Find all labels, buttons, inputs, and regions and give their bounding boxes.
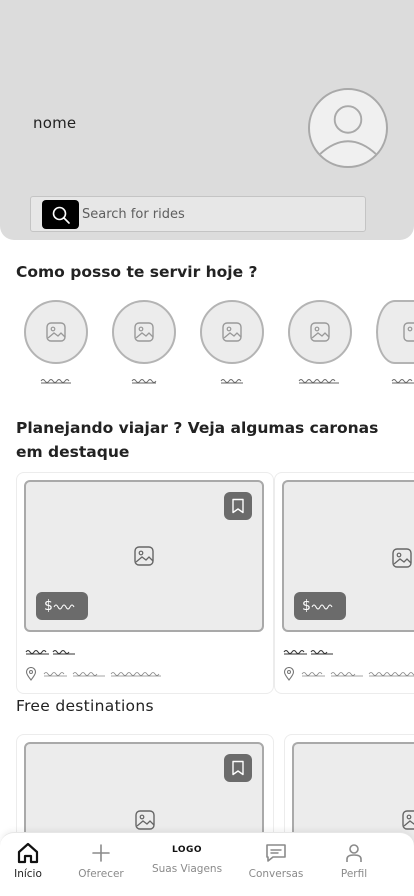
category-label-scribble (40, 379, 71, 384)
nav-offer-label: Oferecer (78, 868, 124, 880)
image-icon (310, 322, 330, 342)
category-item[interactable] (288, 300, 352, 364)
ride-image: $ (24, 480, 264, 632)
nav-home-label: Início (14, 868, 42, 880)
ride-card[interactable]: $ (274, 472, 414, 694)
category-label-scribble (220, 379, 243, 384)
image-icon (403, 322, 414, 342)
price-badge: $ (36, 592, 88, 620)
ride-card[interactable]: $ (16, 472, 274, 694)
location-scribble (43, 672, 161, 677)
category-item[interactable] (376, 300, 414, 364)
logo: LOGO (171, 845, 203, 855)
nav-chats-label: Conversas (248, 868, 304, 880)
avatar[interactable] (308, 88, 388, 168)
ride-location (25, 667, 163, 681)
image-icon (46, 322, 66, 342)
ride-image: $ (282, 480, 414, 632)
ride-title-scribble (283, 649, 333, 655)
location-scribble (301, 672, 414, 677)
location-pin-icon (283, 667, 295, 681)
image-icon (135, 810, 155, 830)
nav-offer[interactable]: Oferecer (66, 841, 136, 880)
bookmark-icon (232, 498, 244, 514)
nav-trips[interactable]: LOGO Suas Viagens (152, 841, 222, 875)
nav-profile[interactable]: Perfil (319, 841, 389, 880)
image-icon (392, 548, 412, 568)
search-icon (52, 206, 70, 224)
search-button[interactable] (42, 200, 79, 229)
category-item[interactable] (200, 300, 264, 364)
plus-icon (92, 844, 110, 862)
destination-card[interactable] (284, 734, 414, 862)
ride-location (283, 667, 414, 681)
image-icon (134, 546, 154, 566)
search-bar (30, 196, 366, 232)
free-destinations-title: Free destinations (16, 697, 154, 715)
category-item[interactable] (24, 300, 88, 364)
image-icon (402, 810, 414, 830)
user-name: nome (33, 114, 77, 132)
price-scribble (53, 604, 75, 610)
bottom-navigation: Início Oferecer LOGO Suas Viagens Conver… (0, 832, 414, 896)
profile-header: nome (0, 0, 414, 240)
price-badge: $ (294, 592, 346, 620)
image-icon (134, 322, 154, 342)
bookmark-button[interactable] (224, 492, 252, 520)
chat-icon (266, 844, 286, 862)
price-symbol: $ (44, 598, 53, 614)
nav-chats[interactable]: Conversas (241, 841, 311, 880)
home-icon (17, 842, 39, 864)
location-pin-icon (25, 667, 37, 681)
nav-profile-label: Perfil (340, 868, 368, 880)
user-icon (318, 105, 378, 156)
category-label-scribble (298, 379, 339, 384)
price-symbol: $ (302, 598, 311, 614)
category-label-scribble (131, 379, 157, 384)
services-title: Como posso te servir hoje ? (16, 263, 258, 281)
bookmark-icon (232, 760, 244, 776)
image-icon (222, 322, 242, 342)
search-input[interactable] (82, 197, 352, 231)
bookmark-button[interactable] (224, 754, 252, 782)
ride-title-scribble (25, 649, 75, 655)
price-scribble (311, 604, 333, 610)
featured-title: Planejando viajar ? Veja algumas caronas… (16, 419, 379, 461)
nav-trips-label: Suas Viagens (151, 863, 223, 875)
destination-card[interactable] (16, 734, 274, 862)
profile-icon (346, 844, 362, 862)
nav-home[interactable]: Início (0, 841, 63, 880)
category-label-scribble (391, 379, 414, 384)
category-item[interactable] (112, 300, 176, 364)
